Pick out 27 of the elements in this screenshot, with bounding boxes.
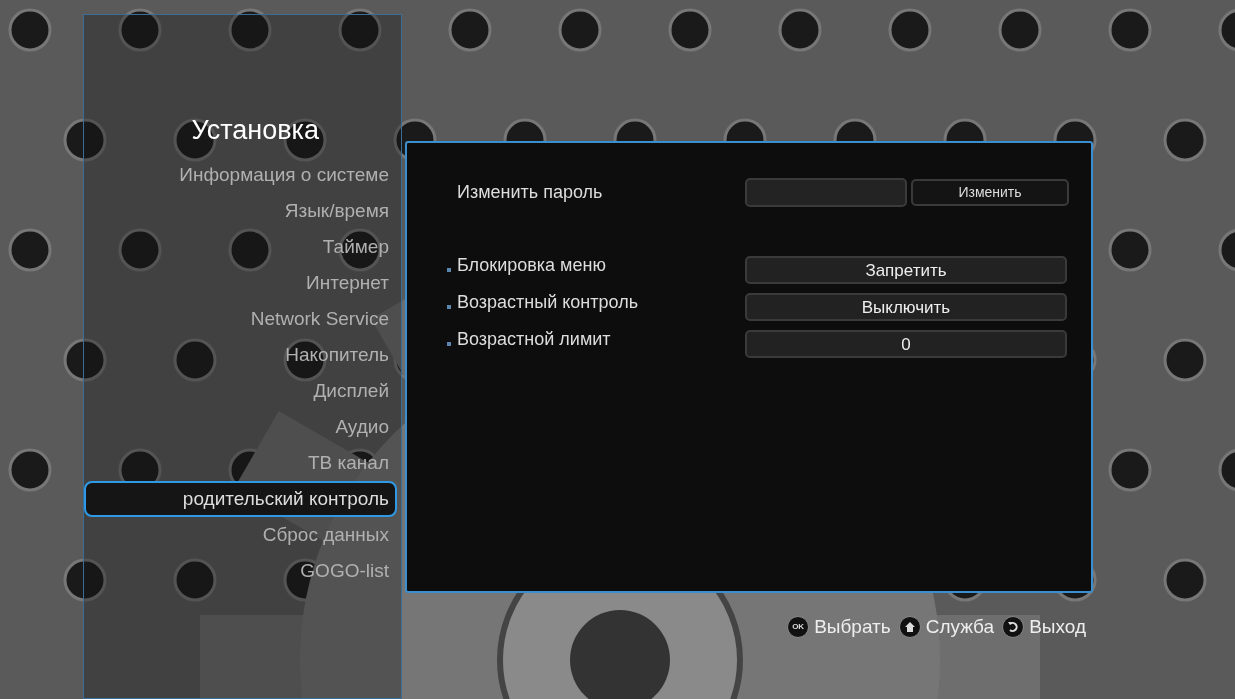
option-value[interactable]: Запретить bbox=[745, 255, 1067, 284]
password-field[interactable] bbox=[745, 177, 907, 207]
bullet-icon bbox=[447, 267, 451, 272]
menu-item[interactable]: Язык/время bbox=[284, 192, 389, 229]
menu-item[interactable]: Дисплей bbox=[313, 372, 389, 409]
setting-label: Изменить пароль bbox=[457, 180, 604, 204]
menu-item[interactable]: родительский контроль bbox=[84, 480, 397, 517]
setting-label: Возрастной лимит bbox=[457, 328, 612, 351]
hint-label: Выход bbox=[1029, 615, 1086, 639]
hint-label: Выбрать bbox=[814, 615, 891, 639]
setting-label: Возрастный контроль bbox=[457, 291, 640, 314]
menu-item[interactable]: ТВ канал bbox=[308, 444, 389, 481]
hint-label: Служба bbox=[925, 615, 995, 639]
bullet-icon bbox=[447, 341, 451, 346]
menu-item[interactable]: Интернет bbox=[306, 264, 389, 301]
sidebar-title: Установка bbox=[191, 114, 319, 147]
menu-item[interactable]: Накопитель bbox=[285, 336, 389, 373]
option-value[interactable]: Выключить bbox=[745, 292, 1067, 321]
menu-item[interactable]: Таймер bbox=[322, 228, 389, 265]
menu-item[interactable]: Аудио bbox=[335, 408, 389, 445]
change-button[interactable]: Изменить bbox=[911, 178, 1069, 206]
setting-label: Блокировка меню bbox=[457, 254, 607, 277]
menu-item[interactable]: Network Service bbox=[250, 300, 389, 337]
menu-item[interactable]: Сброс данных bbox=[262, 516, 389, 553]
menu-item[interactable]: Информация о системе bbox=[179, 156, 389, 193]
bullet-icon bbox=[447, 304, 451, 309]
option-value[interactable]: 0 bbox=[745, 329, 1067, 358]
